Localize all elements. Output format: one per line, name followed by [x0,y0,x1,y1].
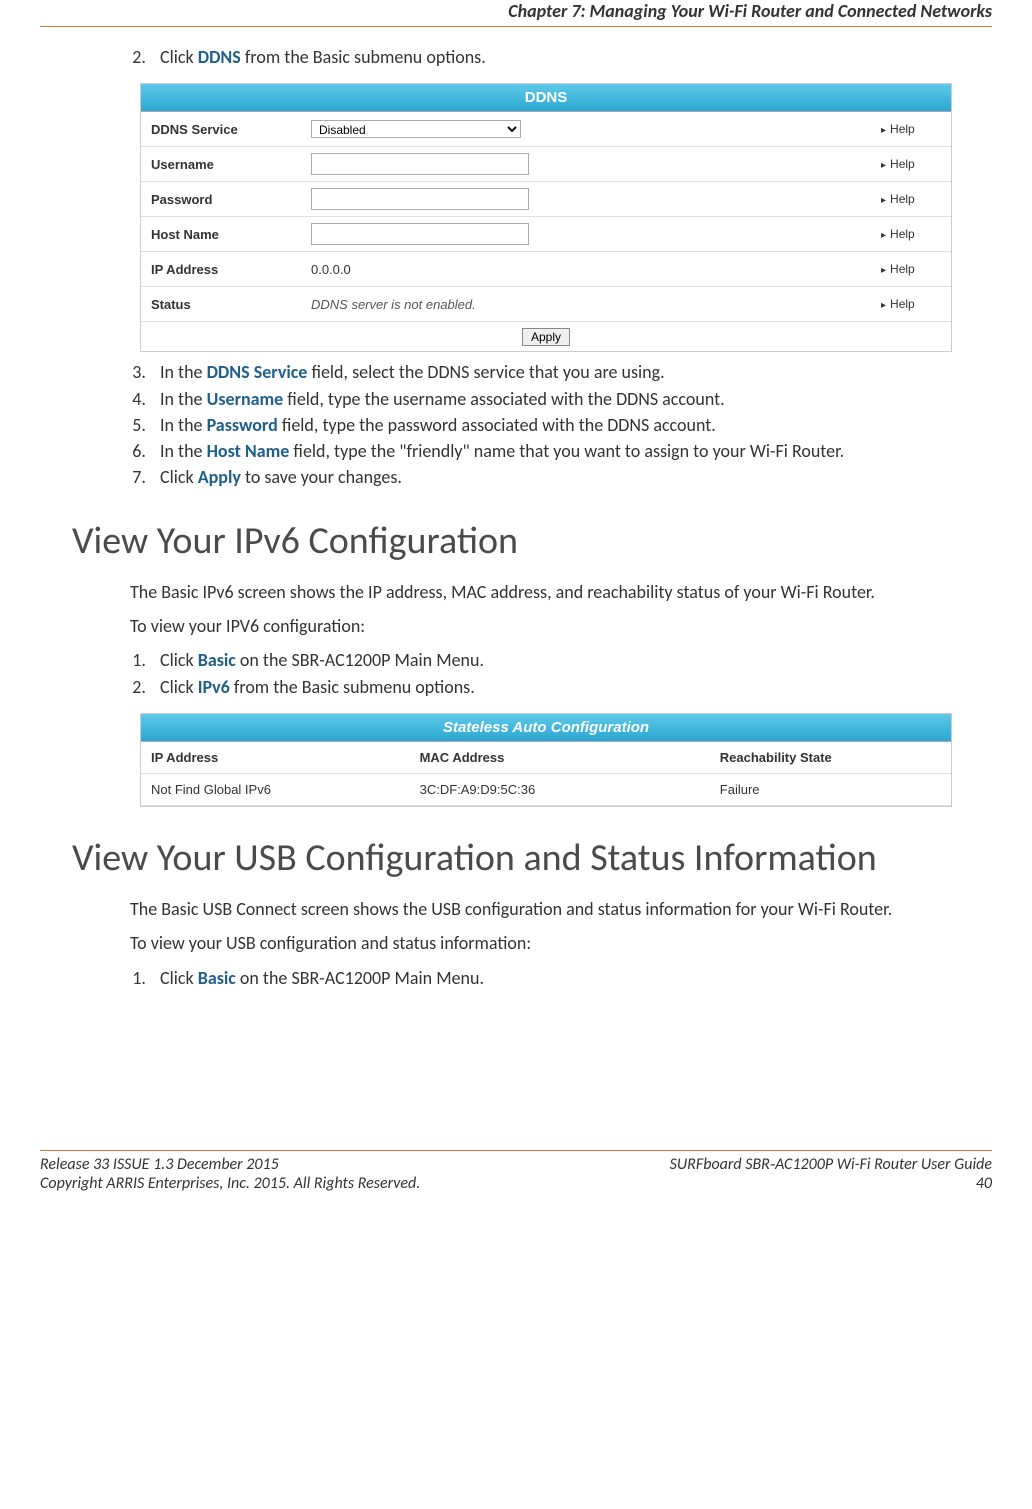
ip-value: Not Find Global IPv6 [151,782,420,797]
step-6: In the Host Name field, type the "friend… [150,439,992,463]
text: Click [160,466,198,488]
help-link[interactable]: Help [881,227,951,241]
help-link[interactable]: Help [881,192,951,206]
ddns-ip-label: IP Address [141,262,311,277]
help-link[interactable]: Help [881,297,951,311]
ddns-panel: DDNS DDNS Service Disabled Help Username… [140,83,952,352]
link-ddns: DDNS [198,46,241,68]
ipv6-step-1: Click Basic on the SBR-AC1200P Main Menu… [150,648,992,672]
step-7: Click Apply to save your changes. [150,465,992,489]
usb-steps: Click Basic on the SBR-AC1200P Main Menu… [40,966,992,990]
usb-step-1: Click Basic on the SBR-AC1200P Main Menu… [150,966,992,990]
ipv6-step-2: Click IPv6 from the Basic submenu option… [150,675,992,699]
bold-term: Username [207,388,284,410]
text: In the [160,440,207,462]
ddns-status-value: DDNS server is not enabled. [311,297,476,312]
text: on the SBR-AC1200P Main Menu. [236,967,484,989]
ddns-row-status: Status DDNS server is not enabled. Help [141,287,951,322]
bold-term: Apply [198,466,241,488]
col-ip-address: IP Address [151,750,420,765]
help-link[interactable]: Help [881,157,951,171]
footer-copyright: Copyright ARRIS Enterprises, Inc. 2015. … [40,1174,420,1193]
step-4: In the Username field, type the username… [150,387,992,411]
text: In the [160,361,207,383]
ddns-status-label: Status [141,297,311,312]
text: field, type the "friendly" name that you… [289,440,844,462]
step-3: In the DDNS Service field, select the DD… [150,360,992,384]
ipv6-steps: Click Basic on the SBR-AC1200P Main Menu… [40,648,992,699]
ddns-steps-continued: Click DDNS from the Basic submenu option… [40,45,992,69]
bold-term: Basic [198,649,236,671]
col-reachability: Reachability State [720,750,941,765]
step-2: Click DDNS from the Basic submenu option… [150,45,992,69]
text: to save your changes. [241,466,402,488]
text: In the [160,414,207,436]
usb-p1: The Basic USB Connect screen shows the U… [130,897,952,921]
ddns-service-label: DDNS Service [141,122,311,137]
mac-value: 3C:DF:A9:D9:5C:36 [420,782,720,797]
ddns-hostname-input[interactable] [311,223,529,245]
reach-value: Failure [720,782,941,797]
ipv6-p1: The Basic IPv6 screen shows the IP addre… [130,580,952,604]
text: from the Basic submenu options. [241,46,486,68]
col-mac-address: MAC Address [420,750,720,765]
ddns-row-service: DDNS Service Disabled Help [141,112,951,147]
ddns-steps-3-7: In the DDNS Service field, select the DD… [40,360,992,489]
text: from the Basic submenu options. [230,676,475,698]
usb-heading: View Your USB Configuration and Status I… [72,835,992,881]
text: Click [160,967,198,989]
ddns-password-label: Password [141,192,311,207]
footer-guide: SURFboard SBR‑AC1200P Wi-Fi Router User … [670,1155,992,1174]
bold-term: DDNS Service [207,361,308,383]
ipv6-p2: To view your IPV6 configuration: [130,614,952,638]
usb-p2: To view your USB configuration and statu… [130,931,952,955]
text: field, type the password associated with… [278,414,716,436]
bold-term: Host Name [207,440,290,462]
text: Click [160,676,198,698]
ddns-username-input[interactable] [311,153,529,175]
page-footer: Release 33 ISSUE 1.3 December 2015 Copyr… [40,1150,992,1193]
ipv6-heading: View Your IPv6 Configuration [72,518,992,564]
ddns-service-select[interactable]: Disabled [311,120,521,138]
help-link[interactable]: Help [881,262,951,276]
step-5: In the Password field, type the password… [150,413,992,437]
stateless-title: Stateless Auto Configuration [141,714,951,742]
stateless-panel: Stateless Auto Configuration IP Address … [140,713,952,807]
stateless-header: IP Address MAC Address Reachability Stat… [141,742,951,774]
text: In the [160,388,207,410]
ddns-hostname-label: Host Name [141,227,311,242]
bold-term: Password [207,414,278,436]
stateless-data-row: Not Find Global IPv6 3C:DF:A9:D9:5C:36 F… [141,774,951,806]
ddns-username-label: Username [141,157,311,172]
text: Click [160,649,198,671]
text: field, select the DDNS service that you … [307,361,664,383]
bold-term: IPv6 [198,676,230,698]
bold-term: Basic [198,967,236,989]
ddns-ip-value: 0.0.0.0 [311,262,351,277]
ddns-row-hostname: Host Name Help [141,217,951,252]
footer-release: Release 33 ISSUE 1.3 December 2015 [40,1155,420,1174]
footer-page-number: 40 [670,1174,992,1193]
chapter-title: Chapter 7: Managing Your Wi-Fi Router an… [40,0,992,27]
help-link[interactable]: Help [881,122,951,136]
ddns-row-password: Password Help [141,182,951,217]
ddns-panel-title: DDNS [141,84,951,112]
ddns-apply-row: Apply [141,322,951,351]
text: field, type the username associated with… [283,388,724,410]
text: on the SBR-AC1200P Main Menu. [236,649,484,671]
apply-button[interactable]: Apply [522,328,570,346]
ddns-row-username: Username Help [141,147,951,182]
ddns-row-ip: IP Address 0.0.0.0 Help [141,252,951,287]
text: Click [160,46,198,68]
ddns-password-input[interactable] [311,188,529,210]
